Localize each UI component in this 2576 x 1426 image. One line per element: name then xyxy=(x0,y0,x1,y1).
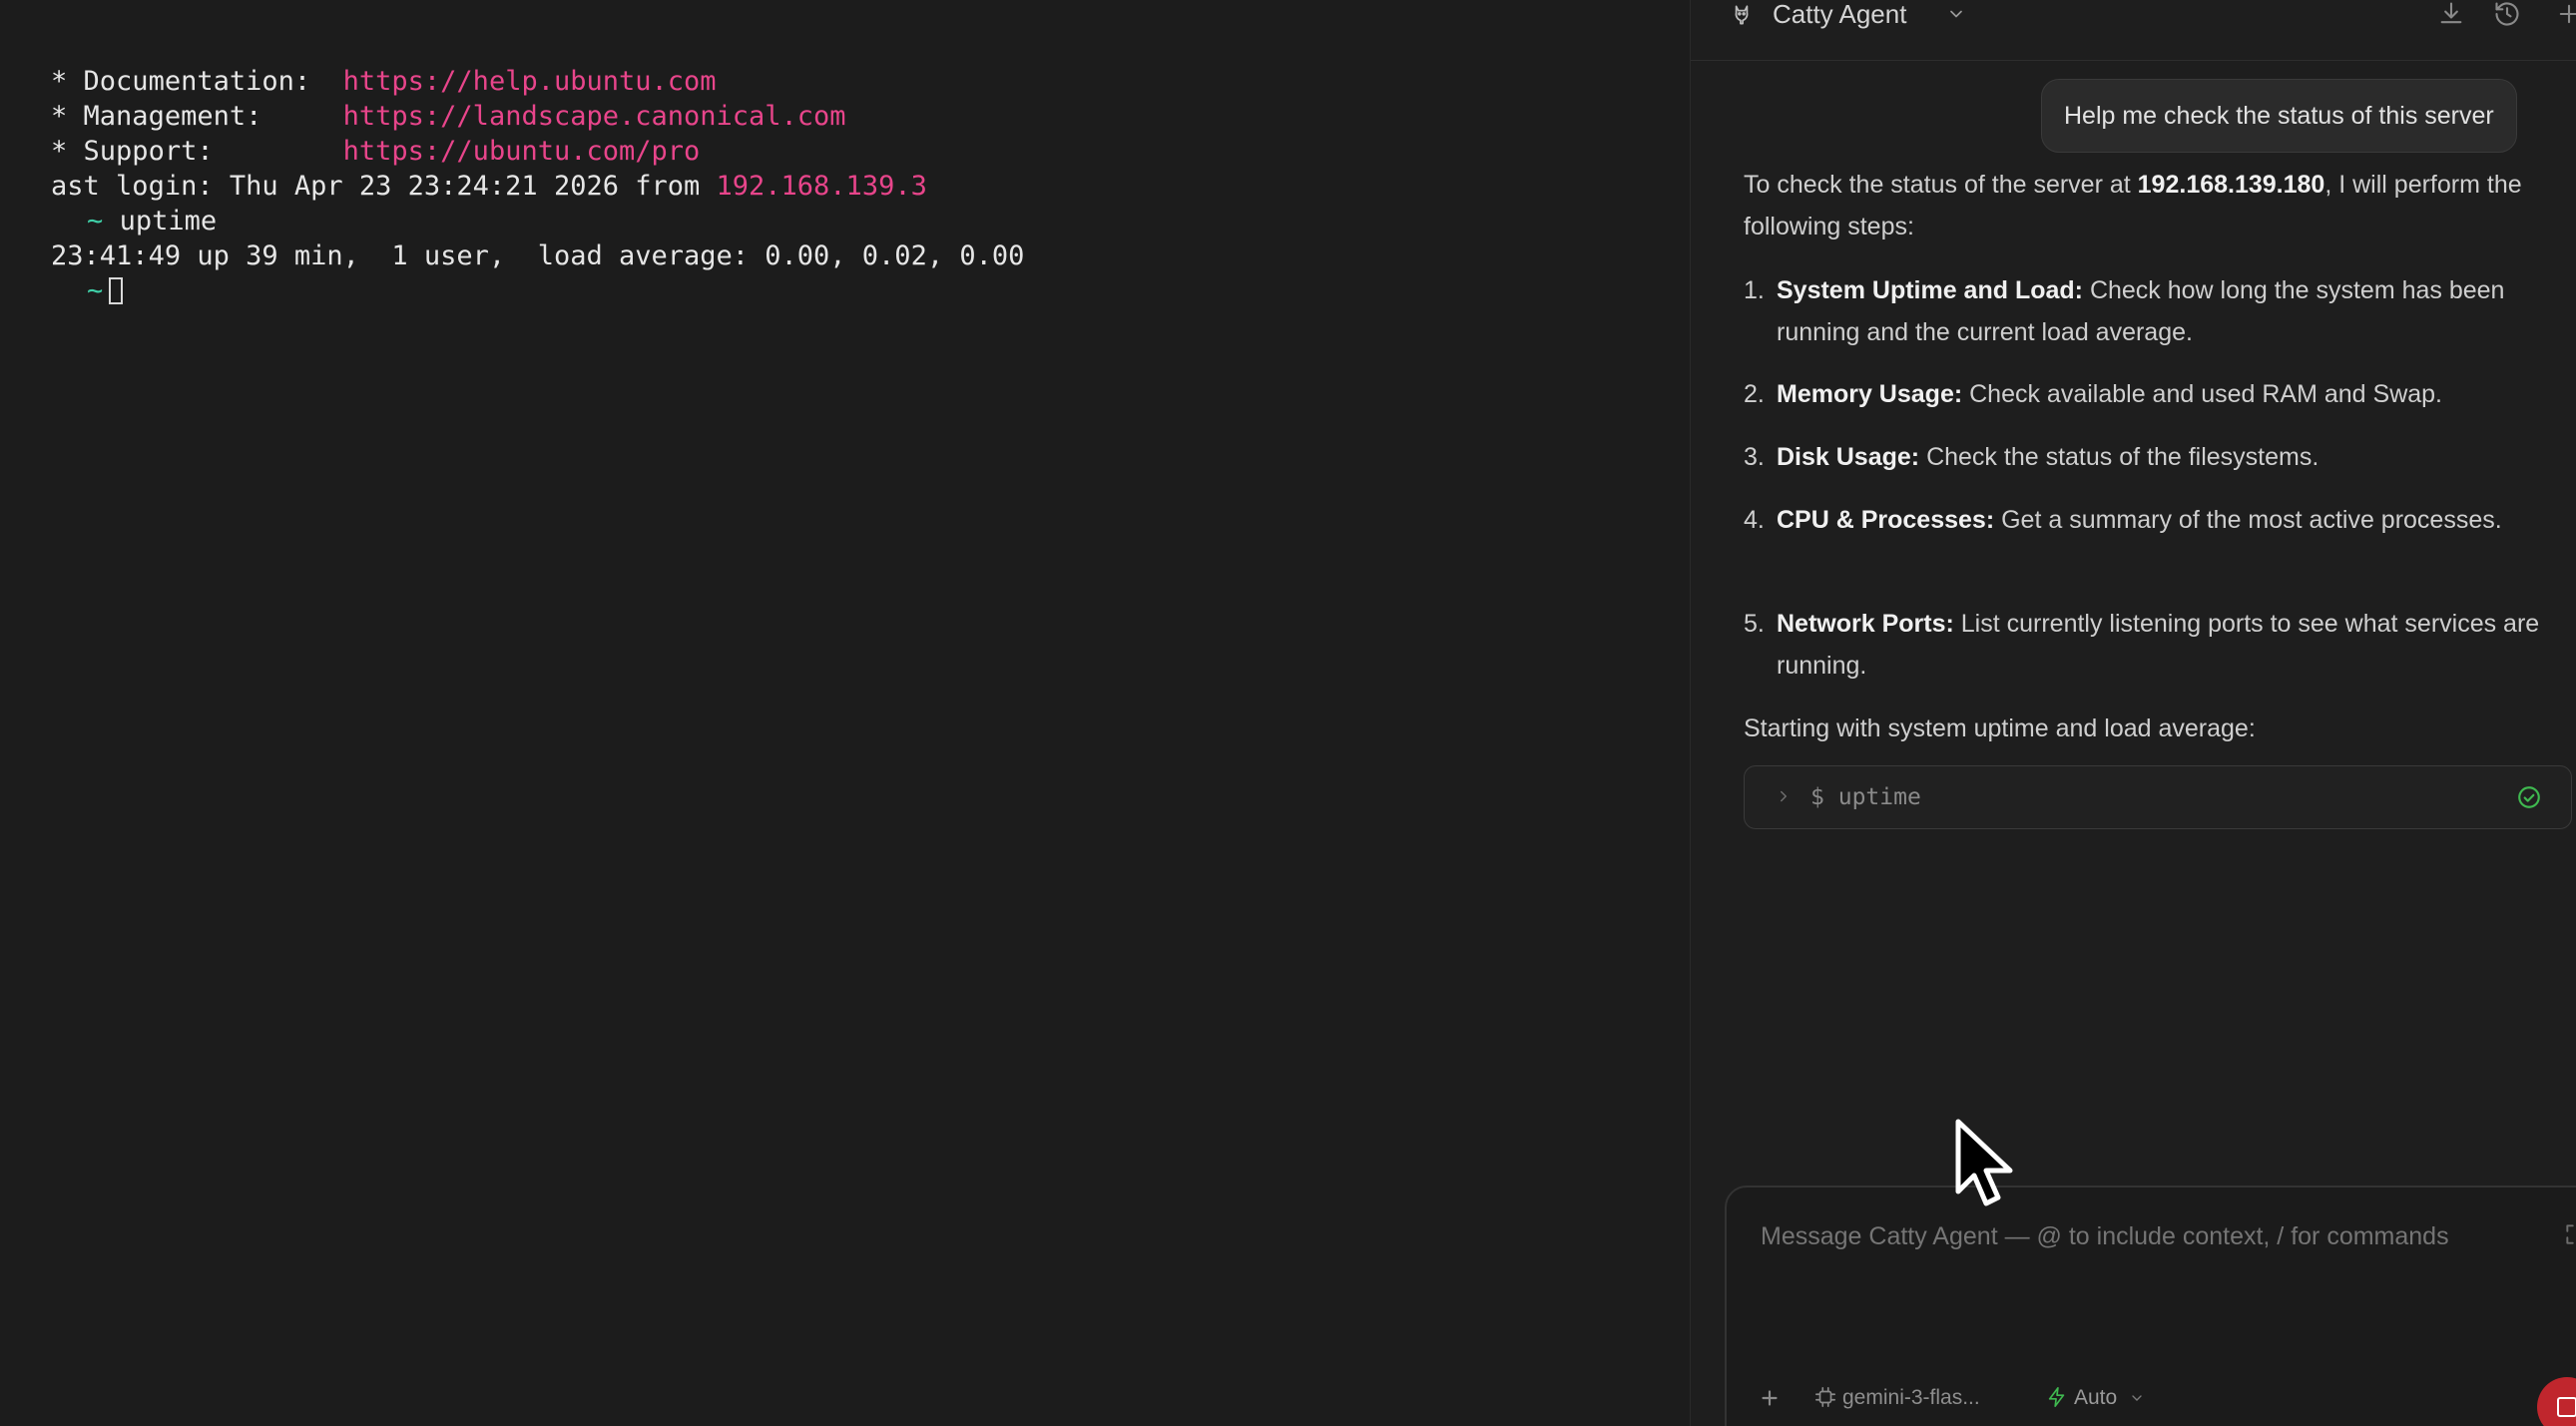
step-title: Network Ports: xyxy=(1777,610,1954,638)
step-text: Get a summary of the most active process… xyxy=(1994,506,2502,534)
last-login-ip: 192.168.139.3 xyxy=(716,171,927,202)
user-message: Help me check the status of this server xyxy=(2041,79,2517,153)
terminal-line: * Management: https://landscape.canonica… xyxy=(0,66,846,132)
uptime-output: 23:41:49 up 39 min, 1 user, load average… xyxy=(51,240,1025,271)
terminal-line: * Documentation: https://help.ubuntu.com xyxy=(0,31,716,97)
lightning-icon xyxy=(2048,1387,2065,1407)
step-number: 4. xyxy=(1744,506,1765,534)
expand-icon[interactable] xyxy=(2563,1221,2576,1247)
chevron-down-icon xyxy=(2132,1395,2142,1401)
terminal-pane[interactable]: * Documentation: https://help.ubuntu.com… xyxy=(0,0,1690,1426)
agent-title[interactable]: Catty Agent xyxy=(1773,0,1906,30)
command-output: 23:41:49 up 39 min, 1 user, load average… xyxy=(0,206,1024,271)
step-title: Memory Usage: xyxy=(1777,380,1963,408)
model-selector[interactable]: gemini-3-flas... xyxy=(1814,1383,1980,1413)
stop-button[interactable] xyxy=(2537,1377,2576,1426)
history-icon xyxy=(2495,2,2519,26)
agent-outro: Starting with system uptime and load ave… xyxy=(1744,714,2256,742)
command-block[interactable]: $ uptime xyxy=(1744,765,2572,829)
mouse-pointer-icon xyxy=(1955,1119,2013,1206)
mode-selector[interactable]: Auto xyxy=(2046,1383,2151,1413)
command-name: uptime xyxy=(1837,784,1921,810)
mode-name: Auto xyxy=(2074,1386,2118,1409)
plus-icon xyxy=(2559,4,2576,24)
last-login-line: ast login: Thu Apr 23 23:24:21 2026 from… xyxy=(0,136,927,202)
step-text: Check available and used RAM and Swap. xyxy=(1962,380,2443,408)
active-prompt-line[interactable]: ~ xyxy=(22,240,124,306)
step-number: 5. xyxy=(1744,610,1765,638)
prompt-line: ~ uptime xyxy=(22,171,217,237)
chip-icon xyxy=(1815,1387,1835,1407)
terminal-line: * Support: https://ubuntu.com/pro xyxy=(0,101,700,167)
step-title: System Uptime and Load: xyxy=(1777,276,2083,304)
step-number: 1. xyxy=(1744,276,1765,304)
agent-header: Catty Agent xyxy=(1691,0,2576,61)
agent-intro: To check the status of the server at 192… xyxy=(1744,164,2552,247)
step-number: 2. xyxy=(1744,380,1765,408)
cat-icon xyxy=(1735,5,1749,25)
chevron-right-icon[interactable] xyxy=(1775,787,1793,805)
chevron-down-icon[interactable] xyxy=(1946,4,1966,24)
text-cursor xyxy=(109,277,124,304)
step-title: Disk Usage: xyxy=(1777,443,1920,471)
check-circle-icon xyxy=(2518,786,2540,808)
step-title: CPU & Processes: xyxy=(1777,506,1995,534)
shell-prompt: $ xyxy=(1810,784,1824,810)
agent-panel: Catty Agent Help me check the status of … xyxy=(1690,0,2576,1426)
history-button[interactable] xyxy=(2493,0,2521,28)
new-chat-button[interactable] xyxy=(2555,0,2576,28)
command-text: $ uptime xyxy=(1810,782,1921,812)
server-ip: 192.168.139.180 xyxy=(2137,171,2325,199)
message-composer: gemini-3-flas... Auto xyxy=(1725,1186,2576,1426)
model-name: gemini-3-flas... xyxy=(1842,1386,1980,1409)
stop-icon xyxy=(2557,1397,2576,1417)
download-icon xyxy=(2440,2,2462,24)
attach-plus-icon[interactable] xyxy=(1757,1385,1783,1411)
step-number: 3. xyxy=(1744,443,1765,471)
message-input[interactable] xyxy=(1759,1219,2576,1253)
intro-text: To check the status of the server at xyxy=(1744,171,2138,199)
export-button[interactable] xyxy=(2437,0,2465,28)
step-text: Check the status of the filesystems. xyxy=(1919,443,2319,471)
prompt-symbol: ~ xyxy=(87,275,104,306)
